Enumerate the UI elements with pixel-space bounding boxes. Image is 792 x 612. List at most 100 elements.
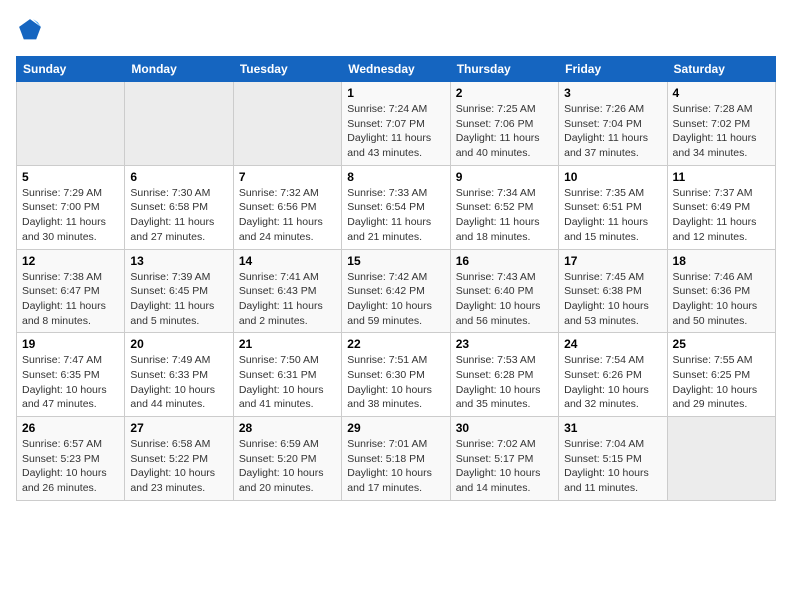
calendar-cell: 12 Sunrise: 7:38 AM Sunset: 6:47 PM Dayli…	[17, 249, 125, 333]
day-number: 15	[347, 254, 444, 268]
calendar-cell: 19 Sunrise: 7:47 AM Sunset: 6:35 PM Dayli…	[17, 333, 125, 417]
weekday-header-tuesday: Tuesday	[233, 57, 341, 82]
day-info: Sunrise: 7:34 AM Sunset: 6:52 PM Dayligh…	[456, 186, 553, 245]
day-info: Sunrise: 7:45 AM Sunset: 6:38 PM Dayligh…	[564, 270, 661, 329]
calendar-cell	[667, 417, 775, 501]
day-number: 9	[456, 170, 553, 184]
day-number: 12	[22, 254, 119, 268]
day-number: 28	[239, 421, 336, 435]
calendar-cell: 7Sunrise: 7:32 AM Sunset: 6:56 PM Daylig…	[233, 165, 341, 249]
logo-icon	[16, 16, 44, 44]
day-info: Sunrise: 6:58 AM Sunset: 5:22 PM Dayligh…	[130, 437, 227, 496]
day-number: 19	[22, 337, 119, 351]
day-info: Sunrise: 7:02 AM Sunset: 5:17 PM Dayligh…	[456, 437, 553, 496]
calendar-cell: 14 Sunrise: 7:41 AM Sunset: 6:43 PM Dayli…	[233, 249, 341, 333]
calendar-cell: 9 Sunrise: 7:34 AM Sunset: 6:52 PM Daylig…	[450, 165, 558, 249]
day-info: Sunrise: 7:50 AM Sunset: 6:31 PM Dayligh…	[239, 353, 336, 412]
calendar-cell: 23 Sunrise: 7:53 AM Sunset: 6:28 PM Dayli…	[450, 333, 558, 417]
day-info: Sunrise: 7:39 AM Sunset: 6:45 PM Dayligh…	[130, 270, 227, 329]
day-info: Sunrise: 7:41 AM Sunset: 6:43 PM Dayligh…	[239, 270, 336, 329]
day-number: 18	[673, 254, 770, 268]
day-info: Sunrise: 7:51 AM Sunset: 6:30 PM Dayligh…	[347, 353, 444, 412]
calendar-cell: 21 Sunrise: 7:50 AM Sunset: 6:31 PM Dayli…	[233, 333, 341, 417]
calendar-cell: 20 Sunrise: 7:49 AM Sunset: 6:33 PM Dayli…	[125, 333, 233, 417]
calendar-cell: 10 Sunrise: 7:35 AM Sunset: 6:51 PM Dayli…	[559, 165, 667, 249]
day-info: Sunrise: 7:01 AM Sunset: 5:18 PM Dayligh…	[347, 437, 444, 496]
day-info: Sunrise: 7:47 AM Sunset: 6:35 PM Dayligh…	[22, 353, 119, 412]
day-number: 14	[239, 254, 336, 268]
day-info: Sunrise: 7:55 AM Sunset: 6:25 PM Dayligh…	[673, 353, 770, 412]
day-info: Sunrise: 7:35 AM Sunset: 6:51 PM Dayligh…	[564, 186, 661, 245]
calendar-cell: 4 Sunrise: 7:28 AM Sunset: 7:02 PM Daylig…	[667, 82, 775, 166]
calendar-header-row: SundayMondayTuesdayWednesdayThursdayFrid…	[17, 57, 776, 82]
calendar-cell: 11 Sunrise: 7:37 AM Sunset: 6:49 PM Dayli…	[667, 165, 775, 249]
calendar-row-5: 26Sunrise: 6:57 AM Sunset: 5:23 PM Dayli…	[17, 417, 776, 501]
weekday-header-saturday: Saturday	[667, 57, 775, 82]
day-number: 17	[564, 254, 661, 268]
calendar-cell: 15 Sunrise: 7:42 AM Sunset: 6:42 PM Dayli…	[342, 249, 450, 333]
day-number: 24	[564, 337, 661, 351]
day-info: Sunrise: 7:38 AM Sunset: 6:47 PM Dayligh…	[22, 270, 119, 329]
calendar-cell: 22 Sunrise: 7:51 AM Sunset: 6:30 PM Dayli…	[342, 333, 450, 417]
calendar-cell: 27 Sunrise: 6:58 AM Sunset: 5:22 PM Dayli…	[125, 417, 233, 501]
calendar-cell: 5 Sunrise: 7:29 AM Sunset: 7:00 PM Daylig…	[17, 165, 125, 249]
day-number: 4	[673, 86, 770, 100]
calendar-cell: 17 Sunrise: 7:45 AM Sunset: 6:38 PM Dayli…	[559, 249, 667, 333]
calendar-cell: 24 Sunrise: 7:54 AM Sunset: 6:26 PM Dayli…	[559, 333, 667, 417]
weekday-header-wednesday: Wednesday	[342, 57, 450, 82]
day-number: 21	[239, 337, 336, 351]
day-info: Sunrise: 7:42 AM Sunset: 6:42 PM Dayligh…	[347, 270, 444, 329]
logo	[16, 16, 48, 44]
day-info: Sunrise: 7:28 AM Sunset: 7:02 PM Dayligh…	[673, 102, 770, 161]
weekday-header-monday: Monday	[125, 57, 233, 82]
day-number: 8	[347, 170, 444, 184]
day-info: Sunrise: 7:33 AM Sunset: 6:54 PM Dayligh…	[347, 186, 444, 245]
calendar-cell	[125, 82, 233, 166]
calendar-cell: 8 Sunrise: 7:33 AM Sunset: 6:54 PM Daylig…	[342, 165, 450, 249]
calendar-cell: 13 Sunrise: 7:39 AM Sunset: 6:45 PM Dayli…	[125, 249, 233, 333]
calendar-cell: 2 Sunrise: 7:25 AM Sunset: 7:06 PM Daylig…	[450, 82, 558, 166]
calendar-cell	[17, 82, 125, 166]
day-number: 11	[673, 170, 770, 184]
calendar-row-3: 12 Sunrise: 7:38 AM Sunset: 6:47 PM Dayli…	[17, 249, 776, 333]
calendar-cell: 6 Sunrise: 7:30 AM Sunset: 6:58 PM Daylig…	[125, 165, 233, 249]
day-number: 20	[130, 337, 227, 351]
calendar-cell: 26Sunrise: 6:57 AM Sunset: 5:23 PM Dayli…	[17, 417, 125, 501]
day-number: 27	[130, 421, 227, 435]
day-info: Sunrise: 7:54 AM Sunset: 6:26 PM Dayligh…	[564, 353, 661, 412]
calendar-cell: 28Sunrise: 6:59 AM Sunset: 5:20 PM Dayli…	[233, 417, 341, 501]
day-number: 29	[347, 421, 444, 435]
day-number: 16	[456, 254, 553, 268]
day-number: 31	[564, 421, 661, 435]
day-info: Sunrise: 7:26 AM Sunset: 7:04 PM Dayligh…	[564, 102, 661, 161]
calendar-cell: 29 Sunrise: 7:01 AM Sunset: 5:18 PM Dayli…	[342, 417, 450, 501]
day-number: 2	[456, 86, 553, 100]
calendar-row-2: 5 Sunrise: 7:29 AM Sunset: 7:00 PM Daylig…	[17, 165, 776, 249]
day-number: 6	[130, 170, 227, 184]
day-info: Sunrise: 6:57 AM Sunset: 5:23 PM Dayligh…	[22, 437, 119, 496]
day-info: Sunrise: 7:37 AM Sunset: 6:49 PM Dayligh…	[673, 186, 770, 245]
calendar-cell: 31 Sunrise: 7:04 AM Sunset: 5:15 PM Dayli…	[559, 417, 667, 501]
day-number: 10	[564, 170, 661, 184]
day-info: Sunrise: 7:32 AM Sunset: 6:56 PM Dayligh…	[239, 186, 336, 245]
day-number: 30	[456, 421, 553, 435]
day-number: 23	[456, 337, 553, 351]
calendar-cell: 3 Sunrise: 7:26 AM Sunset: 7:04 PM Daylig…	[559, 82, 667, 166]
calendar-cell: 30 Sunrise: 7:02 AM Sunset: 5:17 PM Dayli…	[450, 417, 558, 501]
day-number: 5	[22, 170, 119, 184]
calendar-cell: 16 Sunrise: 7:43 AM Sunset: 6:40 PM Dayli…	[450, 249, 558, 333]
calendar-row-1: 1Sunrise: 7:24 AM Sunset: 7:07 PM Daylig…	[17, 82, 776, 166]
day-info: Sunrise: 7:43 AM Sunset: 6:40 PM Dayligh…	[456, 270, 553, 329]
day-info: Sunrise: 7:04 AM Sunset: 5:15 PM Dayligh…	[564, 437, 661, 496]
calendar-cell	[233, 82, 341, 166]
day-number: 13	[130, 254, 227, 268]
day-info: Sunrise: 7:30 AM Sunset: 6:58 PM Dayligh…	[130, 186, 227, 245]
weekday-header-thursday: Thursday	[450, 57, 558, 82]
day-info: Sunrise: 7:49 AM Sunset: 6:33 PM Dayligh…	[130, 353, 227, 412]
calendar-table: SundayMondayTuesdayWednesdayThursdayFrid…	[16, 56, 776, 501]
day-number: 22	[347, 337, 444, 351]
day-number: 3	[564, 86, 661, 100]
day-info: Sunrise: 7:29 AM Sunset: 7:00 PM Dayligh…	[22, 186, 119, 245]
day-info: Sunrise: 7:25 AM Sunset: 7:06 PM Dayligh…	[456, 102, 553, 161]
day-info: Sunrise: 7:53 AM Sunset: 6:28 PM Dayligh…	[456, 353, 553, 412]
